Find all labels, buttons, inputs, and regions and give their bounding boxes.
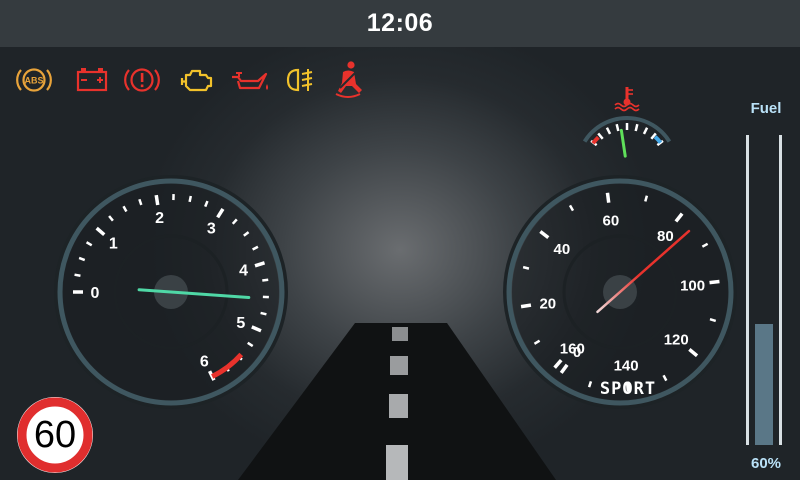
fuel-percent: 60% [750, 455, 782, 472]
tachometer-tick [188, 195, 193, 203]
icon-part [614, 102, 640, 108]
fuel-level-bar [755, 324, 773, 445]
temperature-tick [615, 123, 620, 132]
temperature-tick [605, 127, 612, 135]
speedometer-tick [605, 192, 611, 203]
speedometer-label: 160 [560, 340, 585, 357]
speedometer-label: 100 [680, 277, 705, 294]
fuel-gauge [746, 135, 782, 445]
tachometer-tick [262, 278, 269, 282]
speedometer-tick [587, 381, 593, 388]
tachometer-label: 1 [109, 235, 118, 252]
speed-limit-value: 60 [33, 413, 77, 456]
icon-part [614, 106, 640, 112]
drive-mode-label: SPORT [600, 379, 656, 399]
speedometer-tick [709, 317, 717, 323]
temperature-tick [634, 123, 639, 132]
tachometer-label: 4 [239, 262, 248, 279]
gauge-cluster: 0123456020406080100120140160SPORT [54, 87, 737, 409]
tachometer-label: 2 [155, 210, 164, 227]
speedometer-label: 140 [614, 358, 639, 375]
speedometer-label: 120 [664, 332, 689, 349]
tachometer-label: 5 [236, 315, 245, 332]
speedometer-label: 40 [554, 241, 571, 258]
speedometer-tick [709, 279, 720, 285]
tachometer-label: 0 [91, 285, 100, 302]
speedometer-label: 20 [539, 296, 556, 313]
tachometer-tick [154, 194, 160, 206]
temperature-hot-zone [591, 135, 600, 145]
speedometer-tick [644, 195, 649, 202]
fuel-label: Fuel [750, 100, 782, 117]
tachometer-label: 3 [207, 221, 216, 238]
speedometer-tick [520, 303, 532, 309]
temperature-tick [642, 127, 649, 135]
temperature-needle [619, 128, 627, 158]
speedometer-label: 60 [603, 213, 620, 230]
tachometer-label: 6 [200, 353, 209, 370]
speedometer-label: 80 [657, 228, 674, 245]
speedometer-tick [522, 265, 530, 270]
tachometer-tick [74, 273, 81, 277]
temperature-cold-zone [653, 135, 663, 144]
tachometer-tick [260, 311, 267, 316]
coolant-temperature-icon [614, 87, 640, 112]
